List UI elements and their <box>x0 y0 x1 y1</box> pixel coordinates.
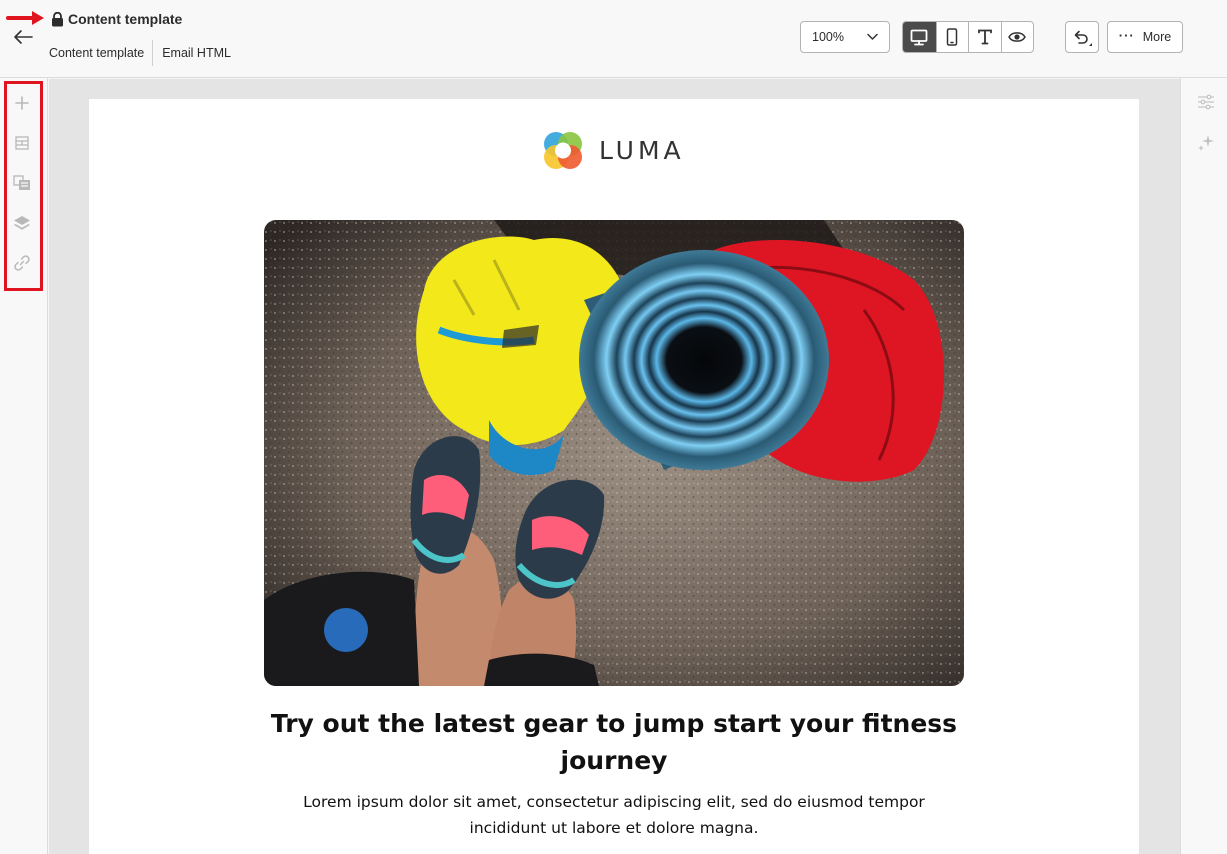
mobile-view-button[interactable] <box>935 22 969 52</box>
link-icon <box>14 255 30 271</box>
left-tool-rail <box>0 78 48 854</box>
breadcrumb-email-html[interactable]: Email HTML <box>162 46 239 60</box>
desktop-icon <box>910 29 928 45</box>
zoom-select[interactable]: 100% <box>800 21 890 53</box>
eye-icon <box>1008 32 1027 42</box>
page-title: Content template <box>68 11 183 27</box>
email-headline[interactable]: Try out the latest gear to jump start yo… <box>264 705 964 779</box>
settings-button[interactable] <box>1197 93 1215 111</box>
text-icon <box>977 29 992 45</box>
desktop-view-button[interactable] <box>903 22 936 52</box>
arrow-left-icon <box>14 30 33 44</box>
hero-image[interactable] <box>264 220 964 686</box>
structure-icon <box>15 136 29 150</box>
breadcrumb-divider <box>152 40 154 66</box>
zoom-value: 100% <box>812 30 844 44</box>
top-bar: Content template Content template Email … <box>0 0 1227 78</box>
breadcrumb-content-template[interactable]: Content template <box>49 46 152 60</box>
view-mode-toggle <box>902 21 1034 53</box>
undo-button[interactable] <box>1065 21 1099 53</box>
breadcrumb: Content template Email HTML <box>49 40 239 66</box>
preview-button[interactable] <box>1000 22 1034 52</box>
ai-assistant-button[interactable] <box>1197 134 1215 152</box>
more-dots-icon: ··· <box>1118 27 1135 43</box>
page-title-row: Content template <box>51 11 182 27</box>
email-body-text[interactable]: Lorem ipsum dolor sit amet, consectetur … <box>264 789 964 841</box>
back-button[interactable] <box>10 24 36 50</box>
sparkle-icon <box>1198 135 1214 151</box>
logo-text: LUMA <box>599 135 685 165</box>
layers-icon <box>14 216 30 230</box>
mobile-icon <box>947 28 958 46</box>
fragments-button[interactable] <box>12 173 32 193</box>
undo-icon <box>1074 30 1092 46</box>
luma-logo[interactable]: LUMA <box>541 128 685 172</box>
more-button[interactable]: ··· More <box>1107 21 1183 53</box>
luma-logo-mark <box>544 132 582 169</box>
layers-button[interactable] <box>12 213 32 233</box>
email-canvas[interactable]: LUMA Try out the latest gear to jump sta… <box>49 79 1180 854</box>
fragments-icon <box>13 175 30 190</box>
right-tool-rail <box>1180 78 1227 854</box>
chevron-down-icon <box>867 33 878 40</box>
lock-icon <box>52 11 63 26</box>
fitness-gear-photo <box>264 220 964 686</box>
add-components-button[interactable] <box>12 93 32 113</box>
links-button[interactable] <box>12 253 32 273</box>
settings-sliders-icon <box>1198 94 1214 110</box>
add-icon <box>15 96 29 110</box>
email-body[interactable]: LUMA Try out the latest gear to jump sta… <box>89 99 1139 854</box>
more-label: More <box>1142 30 1172 44</box>
structure-button[interactable] <box>12 133 32 153</box>
text-view-button[interactable] <box>968 22 1001 52</box>
